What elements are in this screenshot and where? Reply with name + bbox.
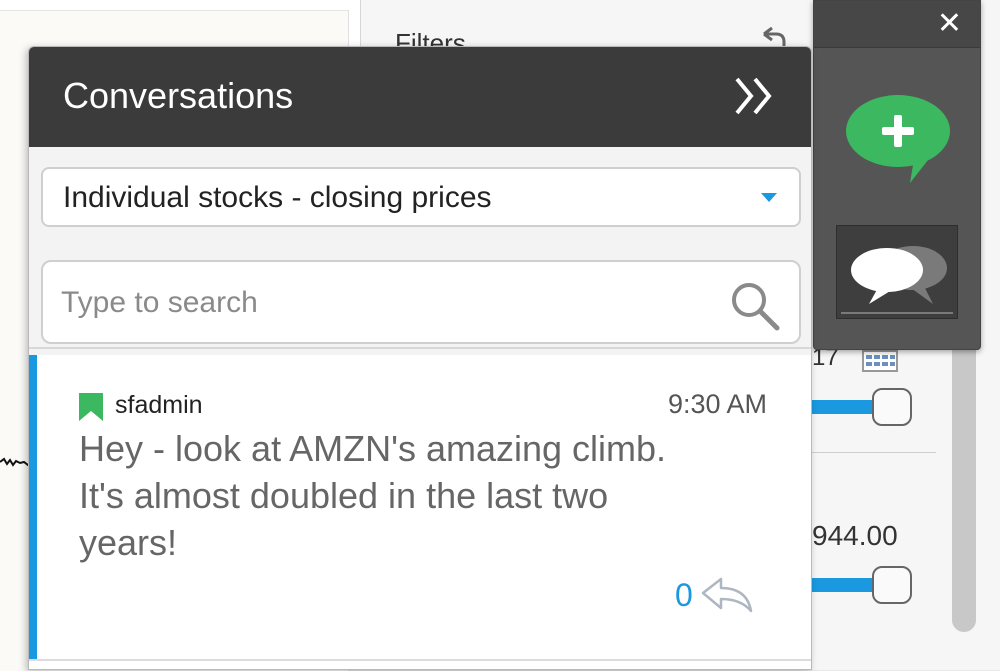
search-box: [41, 260, 801, 344]
item-divider: [29, 659, 811, 661]
speech-bubbles-icon: [851, 246, 947, 304]
filters-divider: [812, 452, 936, 453]
conversations-panel: Conversations Individual stocks - closin…: [28, 46, 812, 670]
toolbar-close-strip: ✕: [814, 1, 980, 48]
panel-title: Conversations: [63, 75, 294, 116]
reply-icon[interactable]: [701, 577, 755, 615]
slider-handle[interactable]: [872, 566, 912, 604]
bookmark-flag-icon: [79, 393, 103, 421]
message-body: Hey - look at AMZN's amazing climb. It's…: [79, 428, 667, 563]
search-icon[interactable]: [729, 280, 781, 332]
search-input[interactable]: [59, 278, 703, 328]
dropdown-selected-value: Individual stocks - closing prices: [63, 181, 492, 214]
collapse-panel-button[interactable]: [729, 73, 779, 119]
plus-speech-bubble-icon: [846, 95, 950, 183]
amount-filter-value: 944.00: [812, 520, 898, 551]
conversation-item[interactable]: sfadmin 9:30 AM Hey - look at AMZN's ama…: [29, 355, 811, 661]
filter-separator: [29, 347, 811, 349]
conversation-filter-dropdown[interactable]: Individual stocks - closing prices: [41, 167, 801, 227]
panel-header: Conversations: [29, 47, 811, 147]
selected-indicator: [29, 355, 37, 659]
amount-range-slider[interactable]: [812, 566, 912, 606]
date-range-slider[interactable]: [812, 388, 912, 428]
chevron-down-icon: [761, 193, 777, 202]
reply-count: 0: [675, 577, 693, 613]
message-author: sfadmin: [115, 391, 203, 419]
message-time: 9:30 AM: [667, 389, 767, 419]
double-chevron-right-icon: [735, 77, 772, 115]
conversations-toolbar: ✕: [813, 0, 981, 350]
close-icon[interactable]: ✕: [937, 7, 962, 41]
new-conversation-button[interactable]: [844, 93, 952, 185]
active-indicator: [841, 312, 953, 314]
conversations-list-button[interactable]: [836, 225, 958, 319]
slider-handle[interactable]: [872, 388, 912, 426]
calendar-icon[interactable]: [862, 350, 898, 372]
